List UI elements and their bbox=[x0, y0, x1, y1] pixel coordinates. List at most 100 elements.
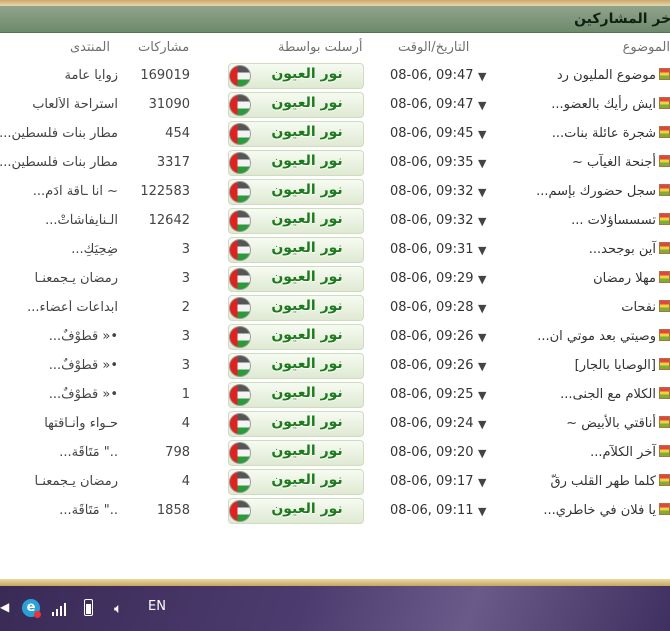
topic-link[interactable]: الكلام مع الجنى... bbox=[530, 387, 670, 403]
table-row: مهلا رمضان ▼ 08-06, 09:29 نور العيون 3 ر… bbox=[0, 265, 670, 294]
forum-link[interactable]: رمضان يـجمعنـا bbox=[0, 474, 118, 490]
post-datetime: 08-06, 09:26 bbox=[390, 329, 474, 344]
post-count: 3 bbox=[181, 242, 190, 257]
forum-link[interactable]: الـنآيفآشآتْ... bbox=[0, 213, 118, 229]
topic-link[interactable]: آين بوجحد... bbox=[530, 242, 670, 258]
table-row: يا فلان في خاطري... ▼ 08-06, 09:11 نور ا… bbox=[0, 497, 670, 526]
forum-link[interactable]: ~ آنآ ـآقة آدَم... bbox=[0, 184, 118, 200]
taskbar: ◀ e 🔈︎ EN bbox=[0, 586, 670, 631]
poster-name: نور العيون bbox=[271, 472, 343, 488]
topic-link[interactable]: آخر الكلآم... bbox=[530, 445, 670, 461]
forum-link[interactable]: حـواء وأنـاقتها bbox=[0, 416, 118, 432]
expand-arrow-icon[interactable]: ▼ bbox=[478, 185, 486, 201]
expand-arrow-icon[interactable]: ▼ bbox=[478, 330, 486, 346]
post-count: 31090 bbox=[148, 97, 190, 112]
topic-title: يا فلان في خاطري... bbox=[543, 503, 656, 518]
topic-title: مهلا رمضان bbox=[593, 271, 656, 286]
post-datetime: 08-06, 09:31 bbox=[390, 242, 474, 257]
topic-link[interactable]: تسسساؤلات ... bbox=[530, 213, 670, 229]
forum-link[interactable]: استراحة الألعاب bbox=[0, 97, 118, 113]
table-row: أجنحة الغيآب ~ ▼ 08-06, 09:35 نور العيون… bbox=[0, 149, 670, 178]
forum-link[interactable]: .." مَتَآقَة... bbox=[0, 445, 118, 461]
battery-icon[interactable] bbox=[84, 599, 93, 616]
table-row: شجرة عائلة بنات... ▼ 08-06, 09:45 نور ال… bbox=[0, 120, 670, 149]
poster-name: نور العيون bbox=[271, 211, 343, 227]
topic-link[interactable]: سجل حضورك بإسم... bbox=[530, 184, 670, 200]
flag-avatar-icon bbox=[229, 355, 251, 377]
poster-link[interactable]: نور العيون bbox=[228, 498, 364, 524]
topic-link[interactable]: يا فلان في خاطري... bbox=[530, 503, 670, 519]
header-forum: المنتدى bbox=[70, 40, 110, 55]
poster-link[interactable]: نور العيون bbox=[228, 266, 364, 292]
forum-link[interactable]: ابداعات أعضاء... bbox=[0, 300, 118, 316]
post-datetime: 08-06, 09:24 bbox=[390, 416, 474, 431]
topic-bullet-icon bbox=[659, 474, 670, 486]
forum-link[interactable]: •« قطُوْفٌ... bbox=[0, 358, 118, 374]
topic-link[interactable]: وصيتي بعد موتي ان... bbox=[530, 329, 670, 345]
expand-arrow-icon[interactable]: ▼ bbox=[478, 359, 486, 375]
poster-link[interactable]: نور العيون bbox=[228, 324, 364, 350]
topic-link[interactable]: [الوصايا بالجار] bbox=[530, 358, 670, 374]
table-row: أناقتي بالأبيض ~ ▼ 08-06, 09:24 نور العي… bbox=[0, 410, 670, 439]
flag-avatar-icon bbox=[229, 123, 251, 145]
poster-link[interactable]: نور العيون bbox=[228, 121, 364, 147]
expand-arrow-icon[interactable]: ▼ bbox=[478, 301, 486, 317]
poster-link[interactable]: نور العيون bbox=[228, 440, 364, 466]
forum-link[interactable]: •« قطُوْفٌ... bbox=[0, 387, 118, 403]
poster-link[interactable]: نور العيون bbox=[228, 63, 364, 89]
expand-arrow-icon[interactable]: ▼ bbox=[478, 272, 486, 288]
poster-link[interactable]: نور العيون bbox=[228, 469, 364, 495]
topic-link[interactable]: موضوع المليون رد bbox=[530, 68, 670, 84]
expand-arrow-icon[interactable]: ▼ bbox=[478, 127, 486, 143]
topic-title: شجرة عائلة بنات... bbox=[551, 126, 656, 141]
expand-arrow-icon[interactable]: ▼ bbox=[478, 69, 486, 85]
latest-posts-table: الموضوع التاريخ/الوقت أرسلت بواسطة مشارك… bbox=[0, 32, 670, 526]
forum-link[interactable]: مطار بنات فلسطين... bbox=[0, 155, 118, 171]
post-datetime: 08-06, 09:26 bbox=[390, 358, 474, 373]
expand-arrow-icon[interactable]: ▼ bbox=[478, 156, 486, 172]
topic-link[interactable]: أناقتي بالأبيض ~ bbox=[530, 416, 670, 432]
topic-link[interactable]: أجنحة الغيآب ~ bbox=[530, 155, 670, 171]
topic-link[interactable]: نفحات bbox=[530, 300, 670, 316]
poster-link[interactable]: نور العيون bbox=[228, 179, 364, 205]
poster-link[interactable]: نور العيون bbox=[228, 382, 364, 408]
table-row: تسسساؤلات ... ▼ 08-06, 09:32 نور العيون … bbox=[0, 207, 670, 236]
expand-arrow-icon[interactable]: ▼ bbox=[478, 475, 486, 491]
post-datetime: 08-06, 09:11 bbox=[390, 503, 474, 518]
topic-link[interactable]: ايش رأيك بالعضو... bbox=[530, 97, 670, 113]
post-count: 3 bbox=[181, 358, 190, 373]
post-datetime: 08-06, 09:45 bbox=[390, 126, 474, 141]
speaker-icon[interactable]: 🔈︎ bbox=[114, 601, 122, 617]
topic-link[interactable]: كلما طهر القلب رقّ bbox=[530, 474, 670, 490]
forum-link[interactable]: ضِحِيَكِ... bbox=[0, 242, 118, 258]
forum-link[interactable]: .." مَتَآقَة... bbox=[0, 503, 118, 519]
post-count: 122583 bbox=[140, 184, 190, 199]
tray-overflow-icon[interactable]: ◀ bbox=[0, 600, 9, 614]
forum-link[interactable]: •« قطُوْفٌ... bbox=[0, 329, 118, 345]
expand-arrow-icon[interactable]: ▼ bbox=[478, 98, 486, 114]
forum-link[interactable]: زوايا عامة bbox=[0, 68, 118, 84]
expand-arrow-icon[interactable]: ▼ bbox=[478, 214, 486, 230]
expand-arrow-icon[interactable]: ▼ bbox=[478, 417, 486, 433]
poster-link[interactable]: نور العيون bbox=[228, 237, 364, 263]
poster-link[interactable]: نور العيون bbox=[228, 295, 364, 321]
table-row: آين بوجحد... ▼ 08-06, 09:31 نور العيون 3… bbox=[0, 236, 670, 265]
poster-link[interactable]: نور العيون bbox=[228, 353, 364, 379]
topic-link[interactable]: شجرة عائلة بنات... bbox=[530, 126, 670, 142]
signal-icon[interactable] bbox=[52, 602, 68, 616]
expand-arrow-icon[interactable]: ▼ bbox=[478, 388, 486, 404]
expand-arrow-icon[interactable]: ▼ bbox=[478, 446, 486, 462]
poster-link[interactable]: نور العيون bbox=[228, 411, 364, 437]
ie-alert-badge bbox=[34, 611, 41, 618]
poster-link[interactable]: نور العيون bbox=[228, 208, 364, 234]
table-row: ايش رأيك بالعضو... ▼ 08-06, 09:47 نور ال… bbox=[0, 91, 670, 120]
topic-link[interactable]: مهلا رمضان bbox=[530, 271, 670, 287]
poster-link[interactable]: نور العيون bbox=[228, 150, 364, 176]
forum-link[interactable]: رمضان يـجمعنـا bbox=[0, 271, 118, 287]
expand-arrow-icon[interactable]: ▼ bbox=[478, 504, 486, 520]
poster-link[interactable]: نور العيون bbox=[228, 92, 364, 118]
post-datetime: 08-06, 09:32 bbox=[390, 184, 474, 199]
language-indicator[interactable]: EN bbox=[148, 599, 166, 614]
expand-arrow-icon[interactable]: ▼ bbox=[478, 243, 486, 259]
forum-link[interactable]: مطار بنات فلسطين... bbox=[0, 126, 118, 142]
